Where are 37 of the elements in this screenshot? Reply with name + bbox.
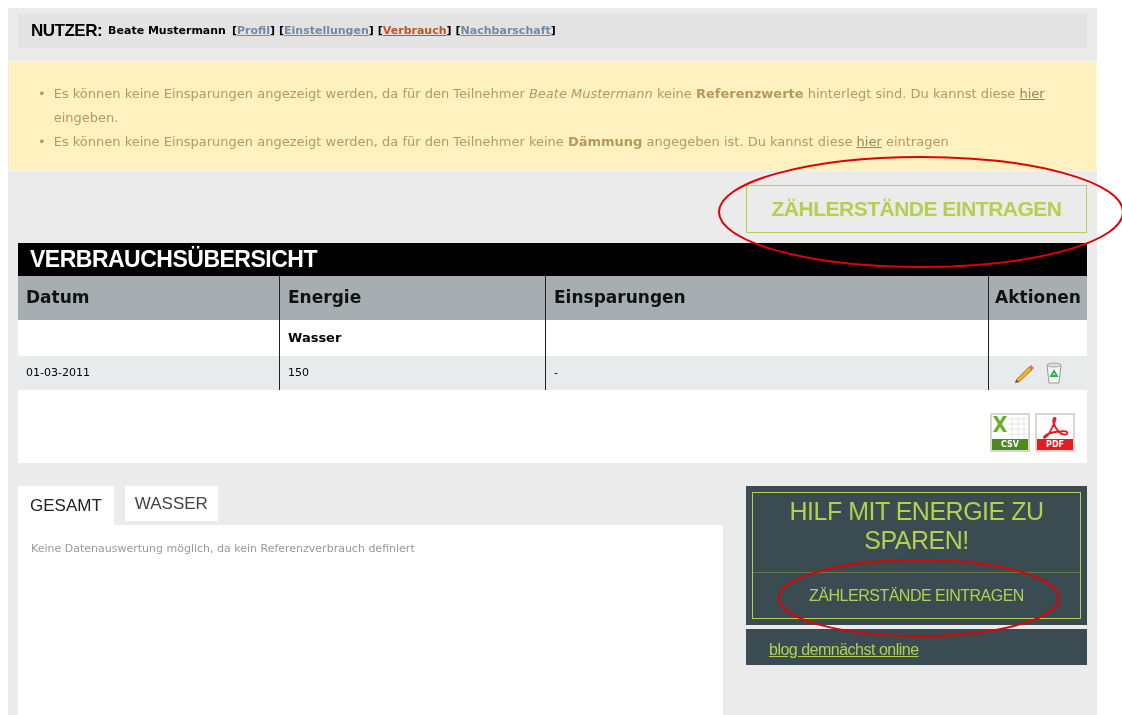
nav-link[interactable]: Verbrauch [382, 22, 447, 40]
column-header: Aktionen [994, 286, 1082, 310]
pencil-icon[interactable] [1013, 363, 1035, 383]
bracket: [ [455, 22, 461, 39]
user-label: NUTZER: [31, 20, 103, 43]
bracket: ] [368, 22, 374, 39]
bracket: ] [269, 22, 275, 39]
notice-link[interactable]: hier [856, 134, 882, 149]
meter-reading-link[interactable]: ZÄHLERSTÄNDE EINTRAGEN [753, 573, 1080, 618]
table-cell-text: - [554, 364, 558, 381]
promo-title: HILF MIT ENERGIE ZU SPAREN! [753, 493, 1080, 573]
tab[interactable]: WASSER [124, 486, 218, 521]
pdf-export-button[interactable]: PDF [1035, 413, 1075, 452]
table-cell-text: 150 [288, 364, 309, 381]
notice-link[interactable]: hier [1019, 86, 1045, 101]
bullet: • [38, 133, 46, 151]
nav-link[interactable]: Profil [237, 22, 270, 40]
bracket: [ [377, 22, 383, 39]
bracket: ] [446, 22, 452, 39]
notice-message: Es können keine Einsparungen angezeigt werden, da für den Teilnehmer Beate Mustermann keine Referenzwerte hinterlegt sind. Du kannst diese hier eingeben. [53, 85, 1046, 127]
recycle-bin-icon[interactable] [1045, 362, 1063, 384]
user-name: Beate Mustermann [108, 22, 226, 39]
bracket: [ [279, 22, 284, 39]
bracket: ] [550, 22, 556, 39]
spreadsheet-icon [992, 415, 1028, 439]
panel-message: Keine Datenauswertung möglich, da kein Referenzverbrauch definiert [31, 541, 416, 557]
bullet: • [38, 85, 46, 103]
nav-link[interactable]: Einstellungen [284, 22, 369, 40]
table-cell-text: 01-03-2011 [26, 364, 90, 381]
notice-message: Es können keine Einsparungen angezeigt werden, da für den Teilnehmer keine Dämmung angegeben ist. Du kannst diese hier eintragen [53, 133, 949, 151]
nav-link[interactable]: Nachbarschaft [460, 22, 551, 40]
csv-export-button[interactable]: CSV [990, 413, 1030, 452]
bracket: [ [231, 22, 237, 39]
tab[interactable]: GESAMT [18, 486, 114, 525]
blog-link[interactable]: blog demnächst online [769, 638, 919, 662]
table-title: VERBRAUCHSÜBERSICHT [18, 243, 1087, 276]
group-label: Wasser [288, 329, 342, 348]
